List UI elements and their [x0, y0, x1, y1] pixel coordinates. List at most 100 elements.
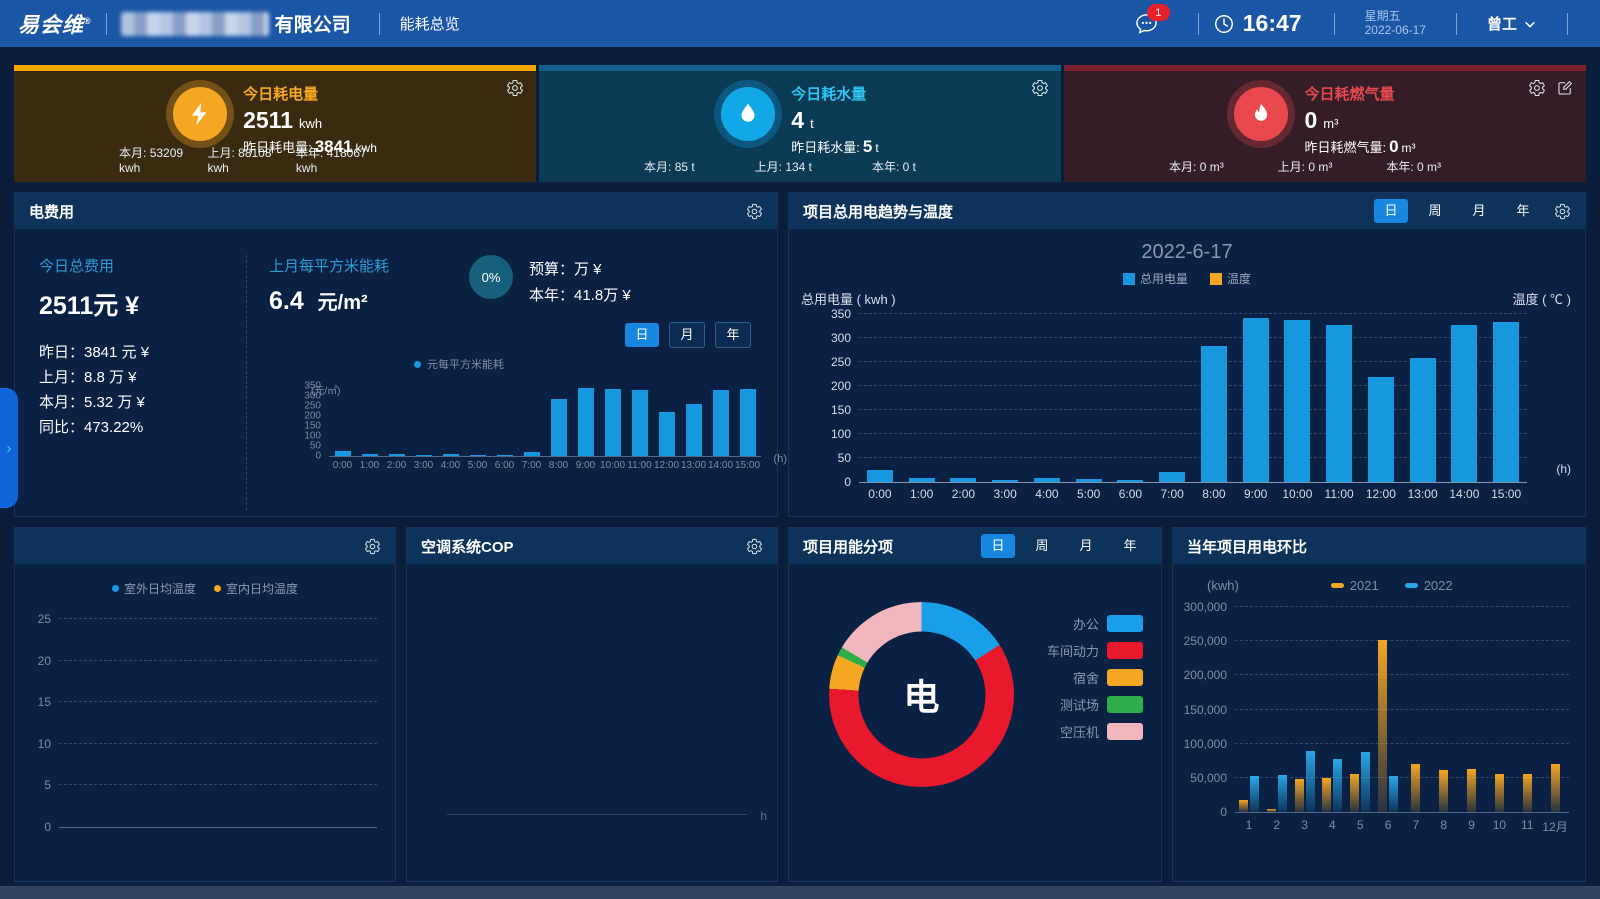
bar: [524, 452, 540, 456]
horizontal-scrollbar[interactable]: [0, 886, 1600, 899]
tab-year[interactable]: 年: [715, 322, 751, 348]
stat-last-month: 上月: 0 m³: [1278, 158, 1333, 175]
legend-label: 测试场: [1060, 695, 1099, 714]
mini-plot-area: 050100150200250300350: [329, 386, 761, 457]
y-tick-label: 15: [38, 695, 51, 709]
tab-day[interactable]: 日: [625, 323, 659, 347]
tab-day[interactable]: 日: [981, 534, 1015, 558]
gear-icon[interactable]: [364, 538, 381, 555]
divider: [1198, 13, 1199, 35]
x-tick-label: 7:00: [518, 460, 545, 471]
legend-dot: [214, 585, 221, 592]
tab-month[interactable]: 月: [1462, 199, 1496, 223]
y-tick-label: 0: [315, 451, 321, 462]
legend-item[interactable]: 测试场: [1047, 695, 1143, 714]
x-tick-label: 4:00: [437, 460, 464, 471]
x-tick-label: 0:00: [329, 460, 356, 471]
gridline: [59, 660, 377, 661]
y-tick-label: 0: [1220, 805, 1227, 819]
gear-icon[interactable]: [1031, 79, 1049, 97]
tab-day[interactable]: 日: [1374, 199, 1408, 223]
bar-series: [329, 386, 761, 456]
x-tick-label: 13:00: [680, 460, 707, 471]
legend-power[interactable]: 总用电量: [1123, 270, 1188, 287]
period-tabs: 日 周 月 年: [1364, 199, 1540, 223]
tab-year[interactable]: 年: [1506, 199, 1540, 223]
x-tick-label: 1:00: [356, 460, 383, 471]
card-unit: m³: [1323, 116, 1338, 131]
gear-icon[interactable]: [746, 538, 763, 555]
bar-2021: [1411, 764, 1420, 812]
user-menu[interactable]: 曾工: [1487, 13, 1537, 34]
panel-header: [15, 528, 395, 564]
cost-row-last-month: 上月：8.8 万 ¥: [39, 365, 246, 390]
bar: [551, 399, 567, 456]
bar-2021: [1267, 809, 1276, 812]
gear-icon[interactable]: [1528, 79, 1546, 97]
x-tick-label: 14:00: [707, 460, 734, 471]
y-tick-label: 350: [831, 307, 851, 321]
yesterday-row: 昨日耗水量:5t: [791, 137, 878, 157]
weekday: 星期五: [1365, 10, 1426, 24]
donut-chart: 电: [829, 602, 1014, 787]
gear-icon[interactable]: [1554, 203, 1571, 220]
tab-week[interactable]: 周: [1025, 534, 1059, 558]
clock-icon: [1213, 13, 1235, 35]
legend-swatch: [1331, 583, 1344, 588]
divider: [1334, 13, 1335, 35]
y-tick-label: 100: [304, 431, 321, 442]
mini-chart-legend: 元每平方米能耗: [329, 356, 589, 372]
sidebar-expand-handle[interactable]: ›: [0, 388, 18, 508]
divider: [1456, 13, 1457, 35]
tab-month[interactable]: 月: [1069, 534, 1103, 558]
panel-header: 项目用能分项 日 周 月 年: [789, 528, 1161, 564]
nav-energy-overview[interactable]: 能耗总览: [400, 13, 460, 34]
panel-title: 空调系统COP: [421, 536, 514, 557]
x-axis-unit: h: [760, 809, 767, 823]
legend-item[interactable]: 车间动力: [1047, 641, 1143, 660]
bar-group: [1541, 607, 1569, 812]
legend-item[interactable]: 宿舍: [1047, 668, 1143, 687]
legend-item[interactable]: 空压机: [1047, 722, 1143, 741]
dashboard-page: 易会维® 有限公司 能耗总览 1 16:47 星期五 2022-0: [0, 0, 1600, 899]
top-bar: 易会维® 有限公司 能耗总览 1 16:47 星期五 2022-0: [0, 0, 1600, 47]
bar-2021: [1239, 800, 1248, 812]
chart-legend: 室外日均温度 室内日均温度: [15, 580, 395, 597]
panel-body: (kwh) 2021 2022 050,000100,000150,000200…: [1173, 578, 1585, 835]
bar: [1201, 346, 1227, 482]
bar: [1034, 478, 1060, 482]
axis-captions: 总用电量 ( kwh ) 温度 ( ℃ ): [801, 289, 1571, 308]
x-tick-label: 15:00: [1485, 487, 1527, 501]
bar-group: [1430, 607, 1458, 812]
legend-temperature[interactable]: 温度: [1210, 270, 1251, 287]
legend-indoor-temp[interactable]: 室内日均温度: [214, 580, 298, 597]
panel-header: 空调系统COP: [407, 528, 777, 564]
gear-icon[interactable]: [746, 203, 763, 220]
x-tick-label: 12:00: [653, 460, 680, 471]
tab-week[interactable]: 周: [1418, 199, 1452, 223]
edit-icon[interactable]: [1556, 79, 1574, 97]
y-tick-label: 0: [844, 475, 851, 489]
y-tick-label: 250: [831, 355, 851, 369]
y-tick-label: 350: [304, 381, 321, 392]
legend-2022[interactable]: 2022: [1405, 578, 1453, 593]
temperature-plot-area: 0510152025: [59, 619, 377, 828]
tab-month[interactable]: 月: [669, 322, 705, 348]
bar-group: [1263, 607, 1291, 812]
card-body: 今日耗水量 4t 昨日耗水量:5t 本月: 85 t 上月: 134 t 本年:…: [539, 71, 1061, 182]
gear-icon[interactable]: [506, 79, 524, 97]
bar-group: [1318, 607, 1346, 812]
messages-button[interactable]: 1: [1135, 12, 1158, 35]
legend-2021[interactable]: 2021: [1331, 578, 1379, 593]
tab-year[interactable]: 年: [1113, 534, 1147, 558]
chevron-down-icon: [1523, 17, 1537, 31]
bar-2022: [1361, 752, 1370, 812]
stat-month: 本月: 85 t: [644, 158, 695, 175]
legend-item[interactable]: 办公: [1047, 614, 1143, 633]
x-axis-labels: 0:001:002:003:004:005:006:007:008:009:00…: [329, 460, 761, 471]
bar: [909, 478, 935, 482]
card-body: 今日耗电量 2511kwh 昨日耗电量:3841kwh 本月: 53209 kw…: [14, 71, 536, 182]
legend-outdoor-temp[interactable]: 室外日均温度: [112, 580, 196, 597]
card-unit: kwh: [299, 116, 322, 131]
bar: [362, 454, 378, 456]
